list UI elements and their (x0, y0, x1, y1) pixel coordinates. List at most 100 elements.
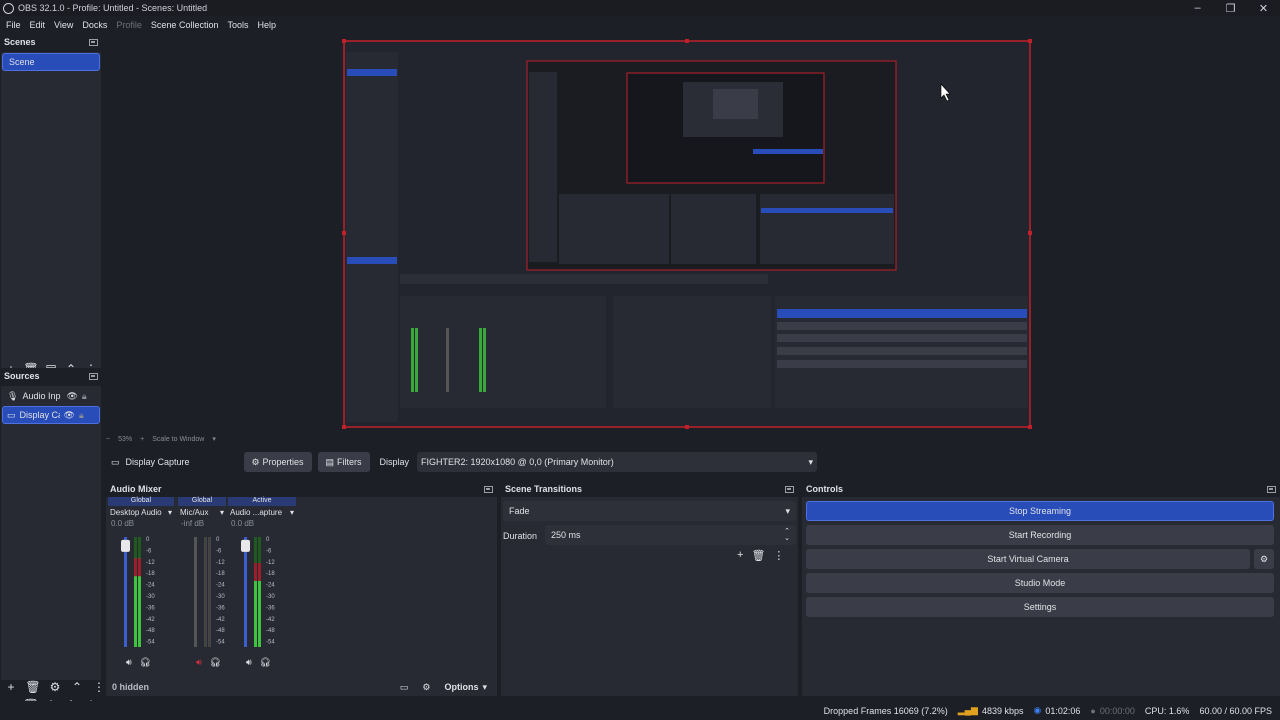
menu-file[interactable]: File (6, 20, 21, 30)
bitrate-indicator: ▂▄▆ 4839 kbps (958, 705, 1024, 716)
volume-meter[interactable]: 0-6-12-18-24-30-36-42-48-54-60 (228, 497, 296, 647)
lock-icon[interactable]: 🔒︎ (79, 410, 84, 421)
spin-arrows-icon[interactable]: ⌃ ⌄ (784, 528, 790, 542)
hidden-count: 0 hidden (112, 682, 150, 692)
zoom-out-icon[interactable]: − (106, 436, 110, 443)
scene-transitions-body: Fade ▾ Duration 250 ms ⌃ ⌄ + 🗑︎ ⋮ (501, 497, 798, 696)
transition-select[interactable]: Fade ▾ (503, 501, 796, 521)
dock-float-icon[interactable] (785, 485, 794, 493)
scene-transitions-header: Scene Transitions (501, 481, 798, 497)
chevron-down-icon[interactable]: ▾ (212, 435, 216, 443)
controls-title: Controls (806, 484, 843, 494)
controls-header: Controls (802, 481, 1280, 497)
menu-docks[interactable]: Docks (82, 20, 107, 30)
meter-scale-label: -6 (216, 548, 222, 554)
meter-scale-label: -18 (146, 571, 155, 577)
start-virtual-camera-button[interactable]: Start Virtual Camera (806, 549, 1250, 569)
fader-handle (241, 539, 250, 552)
options-label[interactable]: Options (444, 682, 478, 692)
scene-item[interactable]: Scene (2, 53, 100, 71)
meter-scale-label: -48 (266, 628, 275, 634)
volume-meter[interactable]: 0-6-12-18-24-30-36-42-48-54-60 (178, 497, 226, 647)
preview-zoom-bar: − 53% + Scale to Window ▾ (106, 433, 306, 445)
trash-icon[interactable]: 🗑︎ (22, 678, 44, 696)
source-item-audio-input[interactable]: 🎙︎ Audio Inp 👁︎ 🔒︎ (2, 387, 100, 405)
meter-peak (134, 558, 137, 577)
button-label: Stop Streaming (1008, 506, 1072, 516)
chevron-down-icon[interactable]: ▾ (482, 682, 487, 693)
menu-help[interactable]: Help (257, 20, 276, 30)
dock-float-icon[interactable] (484, 485, 493, 493)
fader-track (244, 537, 247, 647)
menu-tools[interactable]: Tools (227, 20, 248, 30)
headphones-icon[interactable]: 🎧︎ (260, 657, 271, 668)
menu-edit[interactable]: Edit (30, 20, 46, 30)
speaker-icon[interactable]: 🔊︎ (126, 657, 132, 668)
gear-icon: ⚙ (251, 456, 260, 467)
channel-footer: 🔊︎ 🎧︎ (246, 657, 271, 668)
transition-toolbar: + 🗑︎ ⋮ (737, 549, 784, 562)
record-icon: ● (1090, 705, 1096, 716)
menu-view[interactable]: View (54, 20, 73, 30)
studio-mode-button[interactable]: Studio Mode (806, 573, 1274, 593)
duration-value: 250 ms (551, 530, 581, 540)
meter-peak (254, 562, 257, 581)
settings-button[interactable]: Settings (806, 597, 1274, 617)
duration-spinbox[interactable]: 250 ms ⌃ ⌄ (545, 525, 796, 545)
scenes-title: Scenes (4, 37, 36, 47)
scale-mode[interactable]: Scale to Window (152, 436, 204, 443)
scenes-dock: Scenes Scene + 🗑︎ ▤ ⌃ ⋮ (0, 34, 102, 376)
properties-button[interactable]: ⚙ Properties (243, 452, 312, 472)
dock-float-icon[interactable] (89, 38, 98, 46)
speaker-icon[interactable]: 🔊︎ (196, 657, 202, 668)
signal-bars-icon: ▂▄▆ (957, 705, 978, 715)
meter-scale-label: -6 (266, 548, 272, 554)
monitor-icon: ▭ (111, 456, 120, 467)
eye-icon[interactable]: 👁︎ (66, 391, 77, 402)
source-name: Display Capture (125, 457, 190, 467)
minimize-button[interactable]: – (1181, 0, 1214, 16)
dock-float-icon[interactable] (89, 372, 98, 380)
gear-icon[interactable]: ⚙ (44, 678, 66, 696)
add-icon[interactable]: + (737, 549, 743, 562)
volume-meter[interactable]: 0-6-12-18-24-30-36-42-48-54-60 (108, 497, 174, 647)
headphones-icon[interactable]: 🎧︎ (210, 657, 221, 668)
meter-scale-label: 0 (266, 537, 270, 543)
eye-icon[interactable]: 👁︎ (64, 410, 75, 421)
maximize-button[interactable]: ❐ (1214, 0, 1247, 16)
filters-label: Filters (337, 457, 362, 467)
meter-scale-label: -30 (146, 594, 155, 600)
fader-track (194, 537, 197, 647)
display-select[interactable]: FIGHTER2: 1920x1080 @ 0,0 (Primary Monit… (417, 452, 818, 472)
scenes-list: Scene + 🗑︎ ▤ ⌃ ⋮ (1, 52, 101, 376)
meter-scale-label: -24 (216, 583, 225, 589)
menu-profile[interactable]: Profile (116, 20, 142, 30)
more-icon[interactable]: ⋮ (773, 549, 784, 562)
move-up-icon[interactable]: ⌃ (66, 678, 88, 696)
virtual-camera-settings-button[interactable]: ⚙ (1254, 549, 1274, 569)
filters-button[interactable]: ▤ Filters (317, 452, 370, 472)
layout-icon[interactable]: ▭ (400, 682, 409, 693)
filters-icon: ▤ (325, 456, 335, 467)
source-item-display-capture[interactable]: ▭ Display Ca 👁︎ 🔒︎ (2, 406, 100, 424)
zoom-level: 53% (118, 435, 133, 443)
close-button[interactable]: ✕ (1247, 0, 1280, 16)
chevron-down-icon: ▾ (808, 456, 814, 467)
speaker-icon[interactable]: 🔊︎ (246, 657, 252, 668)
trash-icon[interactable]: 🗑︎ (751, 549, 765, 562)
preview-area[interactable] (103, 34, 1280, 432)
button-label: Start Recording (1008, 530, 1072, 540)
zoom-in-icon[interactable]: + (140, 436, 144, 443)
mixer-channel: Global Mic/Aux ▾ -inf dB 0 -6 -12 -18 -24 -30 -36-… (178, 497, 226, 677)
headphones-icon[interactable]: 🎧︎ (140, 657, 151, 668)
dock-float-icon[interactable] (1267, 485, 1276, 493)
start-recording-button[interactable]: Start Recording (806, 525, 1274, 545)
stop-streaming-button[interactable]: Stop Streaming (806, 501, 1274, 521)
lock-icon[interactable]: 🔒︎ (82, 391, 87, 402)
meter-scale-label: -24 (146, 583, 155, 589)
meter-scale-label: -12 (146, 560, 155, 566)
gear-icon[interactable]: ⚙ (422, 682, 430, 693)
more-icon[interactable]: ⋮ (88, 678, 110, 696)
menu-scene-collection[interactable]: Scene Collection (151, 20, 219, 30)
add-icon[interactable]: + (0, 678, 22, 696)
